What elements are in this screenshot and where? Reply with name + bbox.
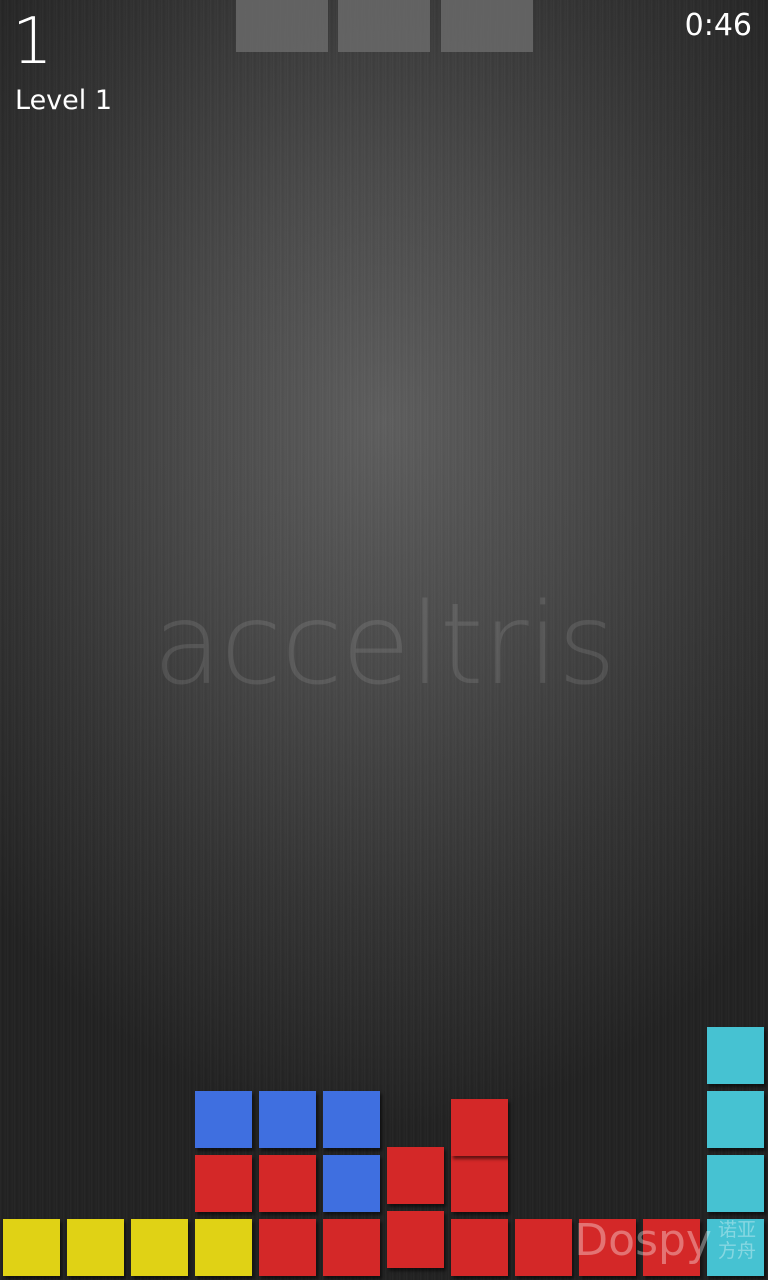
timer-display: 0:46 bbox=[684, 8, 752, 43]
next-piece-slot bbox=[338, 0, 430, 52]
board-block-red bbox=[451, 1219, 508, 1276]
score-counter: 1 bbox=[12, 5, 53, 79]
board-block-blue bbox=[323, 1155, 380, 1212]
board-block-red bbox=[515, 1219, 572, 1276]
board-block-cyan bbox=[707, 1155, 764, 1212]
board-block-blue bbox=[323, 1091, 380, 1148]
watermark-subtext-line: 方舟 bbox=[717, 1240, 756, 1262]
board-block-yellow bbox=[131, 1219, 188, 1276]
board-block-red bbox=[387, 1210, 444, 1268]
board-block-red bbox=[323, 1219, 380, 1276]
board-block-red bbox=[451, 1155, 508, 1212]
board-block-blue bbox=[259, 1091, 316, 1148]
board-block-cyan bbox=[707, 1091, 764, 1148]
board-block-yellow bbox=[3, 1219, 60, 1276]
board-block-red bbox=[259, 1219, 316, 1276]
board-block-yellow bbox=[67, 1219, 124, 1276]
game-logo-watermark: acceltris bbox=[152, 580, 616, 710]
next-piece-slot bbox=[236, 0, 328, 52]
watermark-subtext: 诺亚 方舟 bbox=[718, 1220, 756, 1262]
board-block-red bbox=[259, 1155, 316, 1212]
site-watermark: Dospy 诺亚 方舟 bbox=[574, 1216, 756, 1266]
board-block-red bbox=[195, 1155, 252, 1212]
board-block-red bbox=[451, 1099, 508, 1157]
next-piece-slot bbox=[441, 0, 533, 52]
board-block-red bbox=[387, 1146, 444, 1204]
board-block-blue bbox=[195, 1091, 252, 1148]
board-block-cyan bbox=[707, 1027, 764, 1084]
watermark-text: Dospy bbox=[574, 1215, 712, 1266]
board-block-yellow bbox=[195, 1219, 252, 1276]
watermark-subtext-line: 诺亚 bbox=[717, 1219, 756, 1241]
game-screen[interactable]: 1 Level 1 0:46 acceltris Dospy 诺亚 方舟 bbox=[0, 0, 768, 1280]
level-label: Level 1 bbox=[15, 85, 113, 116]
